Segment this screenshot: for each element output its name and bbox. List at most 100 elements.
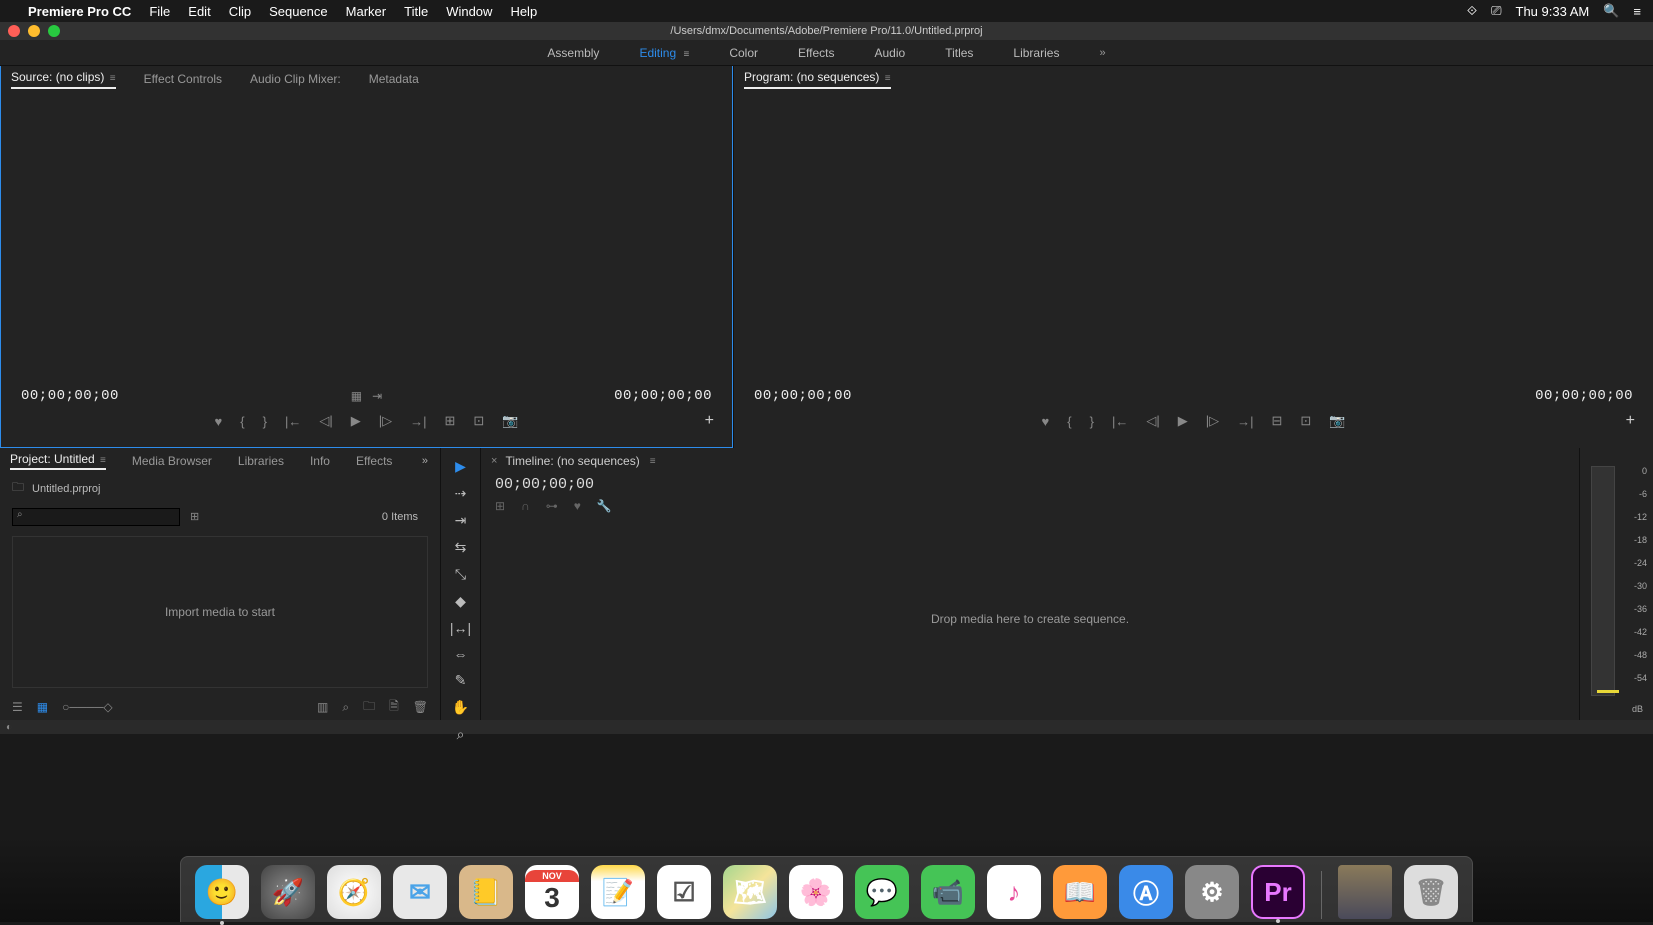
- tab-media-browser[interactable]: Media Browser: [132, 454, 212, 468]
- tab-program[interactable]: Program: (no sequences) ≡: [744, 70, 891, 89]
- go-to-in-icon[interactable]: |←: [1112, 414, 1128, 429]
- zoom-tool-icon[interactable]: ⌕: [449, 726, 473, 743]
- project-drop-area[interactable]: Import media to start: [12, 536, 428, 688]
- menu-window[interactable]: Window: [446, 4, 492, 19]
- menu-help[interactable]: Help: [510, 4, 537, 19]
- dock-calendar-icon[interactable]: NOV 3: [525, 865, 579, 919]
- timeline-close-icon[interactable]: ×: [491, 455, 497, 467]
- settings-icon[interactable]: 🔧: [597, 499, 612, 513]
- app-name[interactable]: Premiere Pro CC: [28, 4, 131, 19]
- menu-list-icon[interactable]: ≡: [1633, 4, 1641, 19]
- lift-icon[interactable]: ⊟: [1271, 413, 1282, 429]
- go-to-out-icon[interactable]: →|: [1237, 414, 1253, 429]
- timeline-timecode[interactable]: 00;00;00;00: [481, 474, 1579, 495]
- workspace-libraries[interactable]: Libraries: [1013, 46, 1059, 60]
- insert-icon[interactable]: ⊞: [444, 413, 455, 429]
- add-marker-icon[interactable]: ♥: [1042, 414, 1050, 429]
- tab-project[interactable]: Project: Untitled ≡: [10, 452, 106, 470]
- razor-tool-icon[interactable]: ◆: [449, 593, 473, 610]
- project-search-input[interactable]: [12, 508, 180, 526]
- tab-info[interactable]: Info: [310, 454, 330, 468]
- window-close-button[interactable]: [8, 25, 20, 37]
- tab-effect-controls[interactable]: Effect Controls: [144, 72, 222, 86]
- play-icon[interactable]: ▶: [351, 413, 361, 429]
- airplay-icon[interactable]: ⎚: [1491, 3, 1501, 19]
- slip-tool-icon[interactable]: |↔|: [449, 620, 473, 636]
- new-item-icon[interactable]: 🗎: [389, 697, 399, 718]
- tab-audio-clip-mixer[interactable]: Audio Clip Mixer:: [250, 72, 341, 86]
- notification-icon[interactable]: ⟐: [1467, 3, 1477, 19]
- new-folder-icon[interactable]: 🗀: [363, 697, 375, 718]
- new-bin-icon[interactable]: ⊞: [190, 510, 199, 523]
- workspace-overflow-icon[interactable]: »: [1099, 47, 1105, 59]
- timeline-title[interactable]: Timeline: (no sequences): [505, 454, 639, 468]
- tab-menu-icon[interactable]: ≡: [885, 73, 891, 84]
- linked-selection-icon[interactable]: ⊶: [546, 499, 558, 513]
- dock-mail-icon[interactable]: ✉: [393, 865, 447, 919]
- dock-safari-icon[interactable]: 🧭: [327, 865, 381, 919]
- menu-title[interactable]: Title: [404, 4, 428, 19]
- menu-clip[interactable]: Clip: [229, 4, 251, 19]
- step-back-icon[interactable]: ◁|: [319, 413, 332, 429]
- button-editor-icon[interactable]: +: [705, 412, 714, 430]
- dock-desktop-icon[interactable]: [1338, 865, 1392, 919]
- play-icon[interactable]: ▶: [1178, 413, 1188, 429]
- extract-icon[interactable]: ⊡: [1300, 413, 1311, 429]
- mark-in-icon[interactable]: {: [1067, 414, 1071, 429]
- dock-itunes-icon[interactable]: ♪: [987, 865, 1041, 919]
- track-select-tool-icon[interactable]: ⇢: [449, 485, 473, 502]
- export-frame-icon[interactable]: 📷: [1329, 413, 1345, 429]
- source-monitor-view[interactable]: [1, 92, 732, 388]
- menu-file[interactable]: File: [149, 4, 170, 19]
- overwrite-icon[interactable]: ⊡: [473, 413, 484, 429]
- tab-source[interactable]: Source: (no clips) ≡: [11, 70, 116, 89]
- dock-messages-icon[interactable]: 💬: [855, 865, 909, 919]
- menu-edit[interactable]: Edit: [188, 4, 210, 19]
- workspace-audio[interactable]: Audio: [874, 46, 905, 60]
- workspace-effects[interactable]: Effects: [798, 46, 834, 60]
- dock-notes-icon[interactable]: 📝: [591, 865, 645, 919]
- tab-effects[interactable]: Effects: [356, 454, 392, 468]
- window-maximize-button[interactable]: [48, 25, 60, 37]
- automate-icon[interactable]: ▥: [317, 700, 328, 714]
- step-forward-icon[interactable]: |▷: [379, 413, 392, 429]
- list-view-icon[interactable]: ☰: [12, 700, 23, 714]
- workspace-titles[interactable]: Titles: [945, 46, 973, 60]
- dock-preferences-icon[interactable]: ⚙: [1185, 865, 1239, 919]
- half-icon[interactable]: ⇥: [372, 389, 382, 403]
- dock-premiere-icon[interactable]: Pr: [1251, 865, 1305, 919]
- tab-menu-icon[interactable]: ≡: [650, 456, 656, 467]
- mark-out-icon[interactable]: }: [1090, 414, 1094, 429]
- go-to-out-icon[interactable]: →|: [410, 414, 426, 429]
- sync-icon[interactable]: ◐: [6, 722, 12, 733]
- tab-menu-icon[interactable]: ≡: [110, 73, 116, 84]
- window-minimize-button[interactable]: [28, 25, 40, 37]
- rate-stretch-tool-icon[interactable]: ⤡: [449, 566, 473, 583]
- tab-menu-icon[interactable]: ≡: [100, 455, 106, 466]
- source-tc-out[interactable]: 00;00;00;00: [614, 388, 712, 404]
- nest-icon[interactable]: ⊞: [495, 499, 505, 513]
- workspace-menu-icon[interactable]: ≡: [683, 49, 689, 60]
- menu-marker[interactable]: Marker: [346, 4, 386, 19]
- delete-icon[interactable]: 🗑: [413, 700, 428, 714]
- export-frame-icon[interactable]: 📷: [502, 413, 518, 429]
- rolling-edit-tool-icon[interactable]: ⇆: [449, 539, 473, 556]
- dock-contacts-icon[interactable]: 📒: [459, 865, 513, 919]
- timeline-drop-area[interactable]: Drop media here to create sequence.: [481, 517, 1579, 720]
- dock-finder-icon[interactable]: 🙂: [195, 865, 249, 919]
- workspace-assembly[interactable]: Assembly: [547, 46, 599, 60]
- icon-view-icon[interactable]: ▦: [37, 700, 48, 714]
- hand-tool-icon[interactable]: ✋: [449, 699, 473, 716]
- ripple-edit-tool-icon[interactable]: ⇥: [449, 512, 473, 529]
- pen-tool-icon[interactable]: ✎: [449, 672, 473, 689]
- dock-launchpad-icon[interactable]: 🚀: [261, 865, 315, 919]
- mark-out-icon[interactable]: }: [263, 414, 267, 429]
- menubar-clock[interactable]: Thu 9:33 AM: [1516, 4, 1590, 19]
- workspace-editing[interactable]: Editing: [639, 46, 676, 60]
- mark-in-icon[interactable]: {: [240, 414, 244, 429]
- tabs-overflow-icon[interactable]: »: [422, 455, 428, 467]
- find-icon[interactable]: ⌕: [342, 700, 349, 715]
- dock-photos-icon[interactable]: 🌸: [789, 865, 843, 919]
- marker-icon[interactable]: ♥: [574, 499, 581, 513]
- go-to-in-icon[interactable]: |←: [285, 414, 301, 429]
